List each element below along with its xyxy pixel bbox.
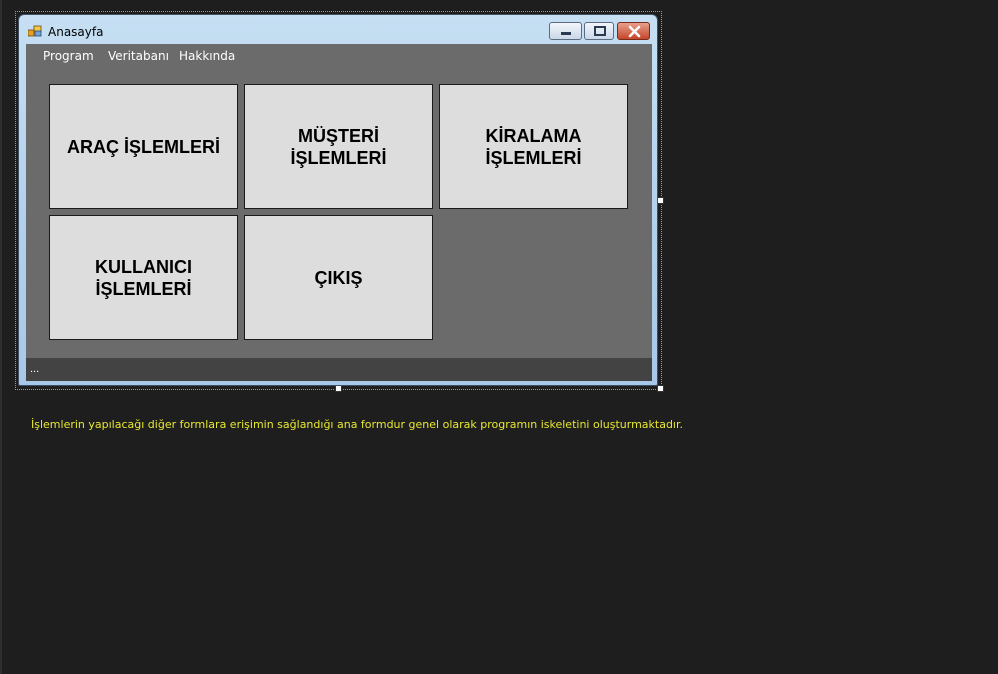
resize-handle-right[interactable] bbox=[657, 197, 664, 204]
menu-item-program[interactable]: Program bbox=[43, 49, 94, 63]
kullanici-islemleri-button[interactable]: KULLANICI İŞLEMLERİ bbox=[49, 215, 238, 340]
menu-bar: Program Veritabanı Hakkında bbox=[26, 44, 652, 68]
app-icon bbox=[28, 25, 42, 37]
maximize-icon bbox=[594, 26, 606, 36]
musteri-islemleri-button[interactable]: MÜŞTERİ İŞLEMLERİ bbox=[244, 84, 433, 209]
minimize-icon bbox=[561, 32, 571, 35]
minimize-button[interactable] bbox=[549, 22, 582, 40]
close-icon bbox=[628, 25, 641, 38]
form-client-area: Program Veritabanı Hakkında ARAÇ İŞLEMLE… bbox=[26, 44, 652, 381]
status-text: ... bbox=[30, 363, 40, 375]
arac-islemleri-button[interactable]: ARAÇ İŞLEMLERİ bbox=[49, 84, 238, 209]
kiralama-islemleri-button[interactable]: KİRALAMA İŞLEMLERİ bbox=[439, 84, 628, 209]
menu-item-hakkinda[interactable]: Hakkında bbox=[179, 49, 235, 63]
editor-left-edge bbox=[0, 0, 2, 674]
title-bar[interactable]: Anasayfa bbox=[19, 15, 657, 45]
resize-handle-bottom[interactable] bbox=[335, 385, 342, 392]
close-button[interactable] bbox=[617, 22, 650, 40]
resize-handle-corner[interactable] bbox=[657, 385, 664, 392]
menu-item-veritabani[interactable]: Veritabanı bbox=[108, 49, 169, 63]
form-description: İşlemlerin yapılacağı diğer formlara eri… bbox=[31, 418, 684, 431]
main-form-window: Anasayfa Program Veritabanı Hakkında ARA… bbox=[18, 14, 658, 386]
window-title: Anasayfa bbox=[48, 25, 104, 39]
cikis-button[interactable]: ÇIKIŞ bbox=[244, 215, 433, 340]
maximize-button[interactable] bbox=[584, 22, 614, 40]
status-bar: ... bbox=[26, 358, 652, 381]
